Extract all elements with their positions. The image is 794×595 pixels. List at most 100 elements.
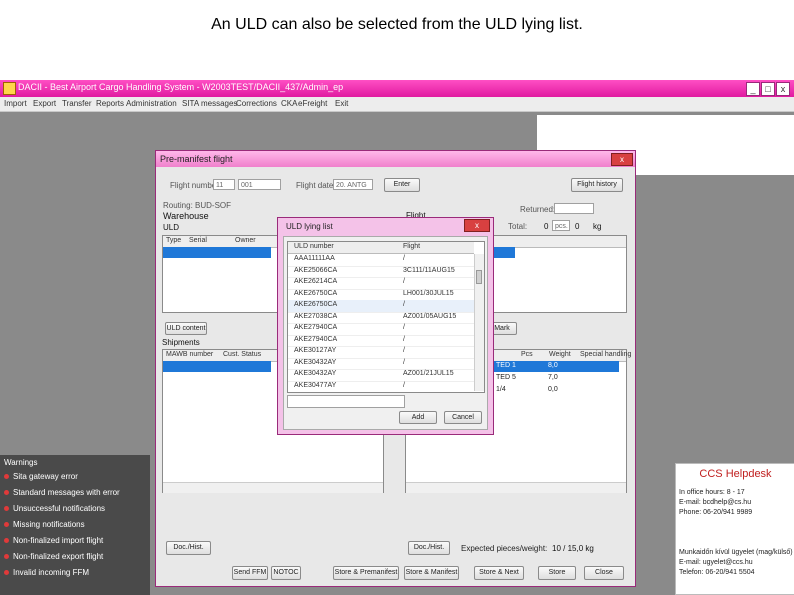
cell-weight: 7,0: [548, 374, 558, 381]
table-row[interactable]: TED 1 8,0: [494, 361, 619, 372]
total-kg-value: 0: [575, 222, 580, 231]
pre-manifest-titlebar: Pre-manifest flight x: [156, 151, 635, 167]
send-ffm-button[interactable]: Send FFM: [232, 566, 268, 580]
enter-button[interactable]: Enter: [384, 178, 420, 192]
store-manifest-button[interactable]: Store & Manifest: [404, 566, 459, 580]
column-header[interactable]: Flight: [403, 243, 420, 250]
menu-export[interactable]: Export: [33, 99, 56, 108]
add-button[interactable]: Add: [399, 411, 437, 424]
column-header[interactable]: MAWB number: [166, 351, 213, 358]
menu-reports[interactable]: Reports: [96, 99, 124, 108]
shipments-label: Shipments: [162, 338, 200, 347]
cell-weight: 0,0: [548, 386, 558, 393]
uld-search-input[interactable]: [287, 395, 405, 408]
cell-status: 1/4: [496, 386, 506, 393]
scrollbar-thumb[interactable]: [476, 270, 482, 284]
menu-exit[interactable]: Exit: [335, 99, 348, 108]
uld-lying-list-dialog: ULD lying list x ULD number Flight AAA11…: [277, 217, 494, 435]
table-row[interactable]: [163, 247, 271, 258]
vertical-scrollbar[interactable]: [474, 254, 484, 391]
app-window-title: DACII - Best Airport Cargo Handling Syst…: [18, 82, 344, 92]
column-header[interactable]: Owner: [235, 237, 256, 244]
column-header[interactable]: ULD number: [294, 243, 334, 250]
maximize-button[interactable]: □: [761, 82, 775, 96]
returned-input[interactable]: [554, 203, 594, 214]
close-window-button[interactable]: Close: [584, 566, 624, 580]
uld-lying-list-close-button[interactable]: x: [464, 219, 490, 232]
column-header[interactable]: Serial: [189, 237, 207, 244]
warnings-title: Warnings: [4, 458, 38, 467]
warning-dot-icon: [4, 554, 9, 559]
returned-label: Returned:: [520, 205, 556, 214]
uld-list-row[interactable]: AKE30477AY /: [288, 381, 474, 393]
menu-sita-messages[interactable]: SITA messages: [182, 99, 237, 108]
doc-hist-right-button[interactable]: Doc./Hist.: [408, 541, 450, 555]
warning-dot-icon: [4, 490, 9, 495]
cell-status: TED 1: [496, 362, 516, 369]
warning-item[interactable]: Non-finalized export flight: [4, 552, 103, 561]
store-premanifest-button[interactable]: Store & Premanifest: [333, 566, 399, 580]
column-header[interactable]: Weight: [549, 351, 571, 358]
slide-header: An ULD can also be selected from the ULD…: [0, 0, 794, 80]
flight-history-button[interactable]: Flight history: [571, 178, 623, 192]
helpdesk-line: In office hours: 8 - 17: [679, 489, 745, 496]
total-label: Total:: [508, 222, 528, 231]
horizontal-scrollbar[interactable]: [406, 482, 626, 493]
warning-dot-icon: [4, 506, 9, 511]
warning-item[interactable]: Missing notifications: [4, 520, 85, 529]
table-row[interactable]: 1/4 0,0: [494, 385, 619, 396]
menu-corrections[interactable]: Corrections: [236, 99, 277, 108]
cell-weight: 8,0: [548, 362, 558, 369]
warning-dot-icon: [4, 538, 9, 543]
app-titlebar: DACII - Best Airport Cargo Handling Syst…: [0, 80, 794, 97]
horizontal-scrollbar[interactable]: [163, 482, 383, 493]
column-header[interactable]: Type: [166, 237, 181, 244]
column-header[interactable]: Special handling: [580, 351, 631, 358]
uld-list-header: ULD number Flight: [288, 242, 474, 254]
total-pcs-value: 0: [544, 222, 549, 231]
column-header[interactable]: Pcs: [521, 351, 533, 358]
warning-item[interactable]: Invalid incoming FFM: [4, 568, 89, 577]
uld-label: ULD: [163, 223, 180, 232]
warning-dot-icon: [4, 522, 9, 527]
helpdesk-line: Munkaidőn kívül ügyelet (mag/külső): [679, 549, 793, 556]
pre-manifest-title: Pre-manifest flight: [160, 154, 233, 164]
store-button[interactable]: Store: [538, 566, 576, 580]
close-button[interactable]: x: [776, 82, 790, 96]
menu-administration[interactable]: Administration: [126, 99, 177, 108]
flight-number-input[interactable]: 001: [238, 179, 281, 190]
flight-date-input[interactable]: 20. ANTG: [333, 179, 373, 190]
menu-cka[interactable]: CKA: [281, 99, 297, 108]
total-kg-unit: kg: [593, 222, 602, 231]
column-header[interactable]: Cust. Status: [223, 351, 261, 358]
warnings-panel: Warnings Sita gateway error Standard mes…: [0, 455, 150, 595]
menu-import[interactable]: Import: [4, 99, 27, 108]
flight-number-prefix-input[interactable]: 11: [213, 179, 235, 190]
helpdesk-line: E-mail: bcdhelp@cs.hu: [679, 499, 752, 506]
warning-item[interactable]: Unsuccessful notifications: [4, 504, 105, 513]
helpdesk-panel: CCS Helpdesk In office hours: 8 - 17 E-m…: [675, 463, 794, 595]
expected-value: 10 / 15,0 kg: [552, 544, 594, 553]
cell-status: TED 5: [496, 374, 516, 381]
menu-efreight[interactable]: eFreight: [298, 99, 327, 108]
uld-content-button[interactable]: ULD content: [165, 322, 207, 335]
minimize-button[interactable]: _: [746, 82, 760, 96]
table-row[interactable]: [163, 361, 271, 372]
warning-item[interactable]: Sita gateway error: [4, 472, 78, 481]
menu-transfer[interactable]: Transfer: [62, 99, 92, 108]
warning-item[interactable]: Standard messages with error: [4, 488, 120, 497]
helpdesk-line: Telefon: 06-20/941 5504: [679, 569, 755, 576]
pre-manifest-close-button[interactable]: x: [611, 153, 633, 166]
helpdesk-title: CCS Helpdesk: [699, 468, 772, 480]
table-row[interactable]: TED 5 7,0: [494, 373, 619, 384]
doc-hist-left-button[interactable]: Doc./Hist.: [166, 541, 211, 555]
slide-title: An ULD can also be selected from the ULD…: [211, 16, 583, 33]
store-next-button[interactable]: Store & Next: [474, 566, 524, 580]
cancel-button[interactable]: Cancel: [444, 411, 482, 424]
warning-item[interactable]: Non-finalized import flight: [4, 536, 103, 545]
warning-dot-icon: [4, 570, 9, 575]
routing-label: Routing: BUD-SOF: [163, 201, 232, 210]
helpdesk-line: Phone: 06-20/941 9989: [679, 509, 753, 516]
flight-date-label: Flight date:: [296, 181, 336, 190]
notoc-button[interactable]: NOTOC: [271, 566, 301, 580]
